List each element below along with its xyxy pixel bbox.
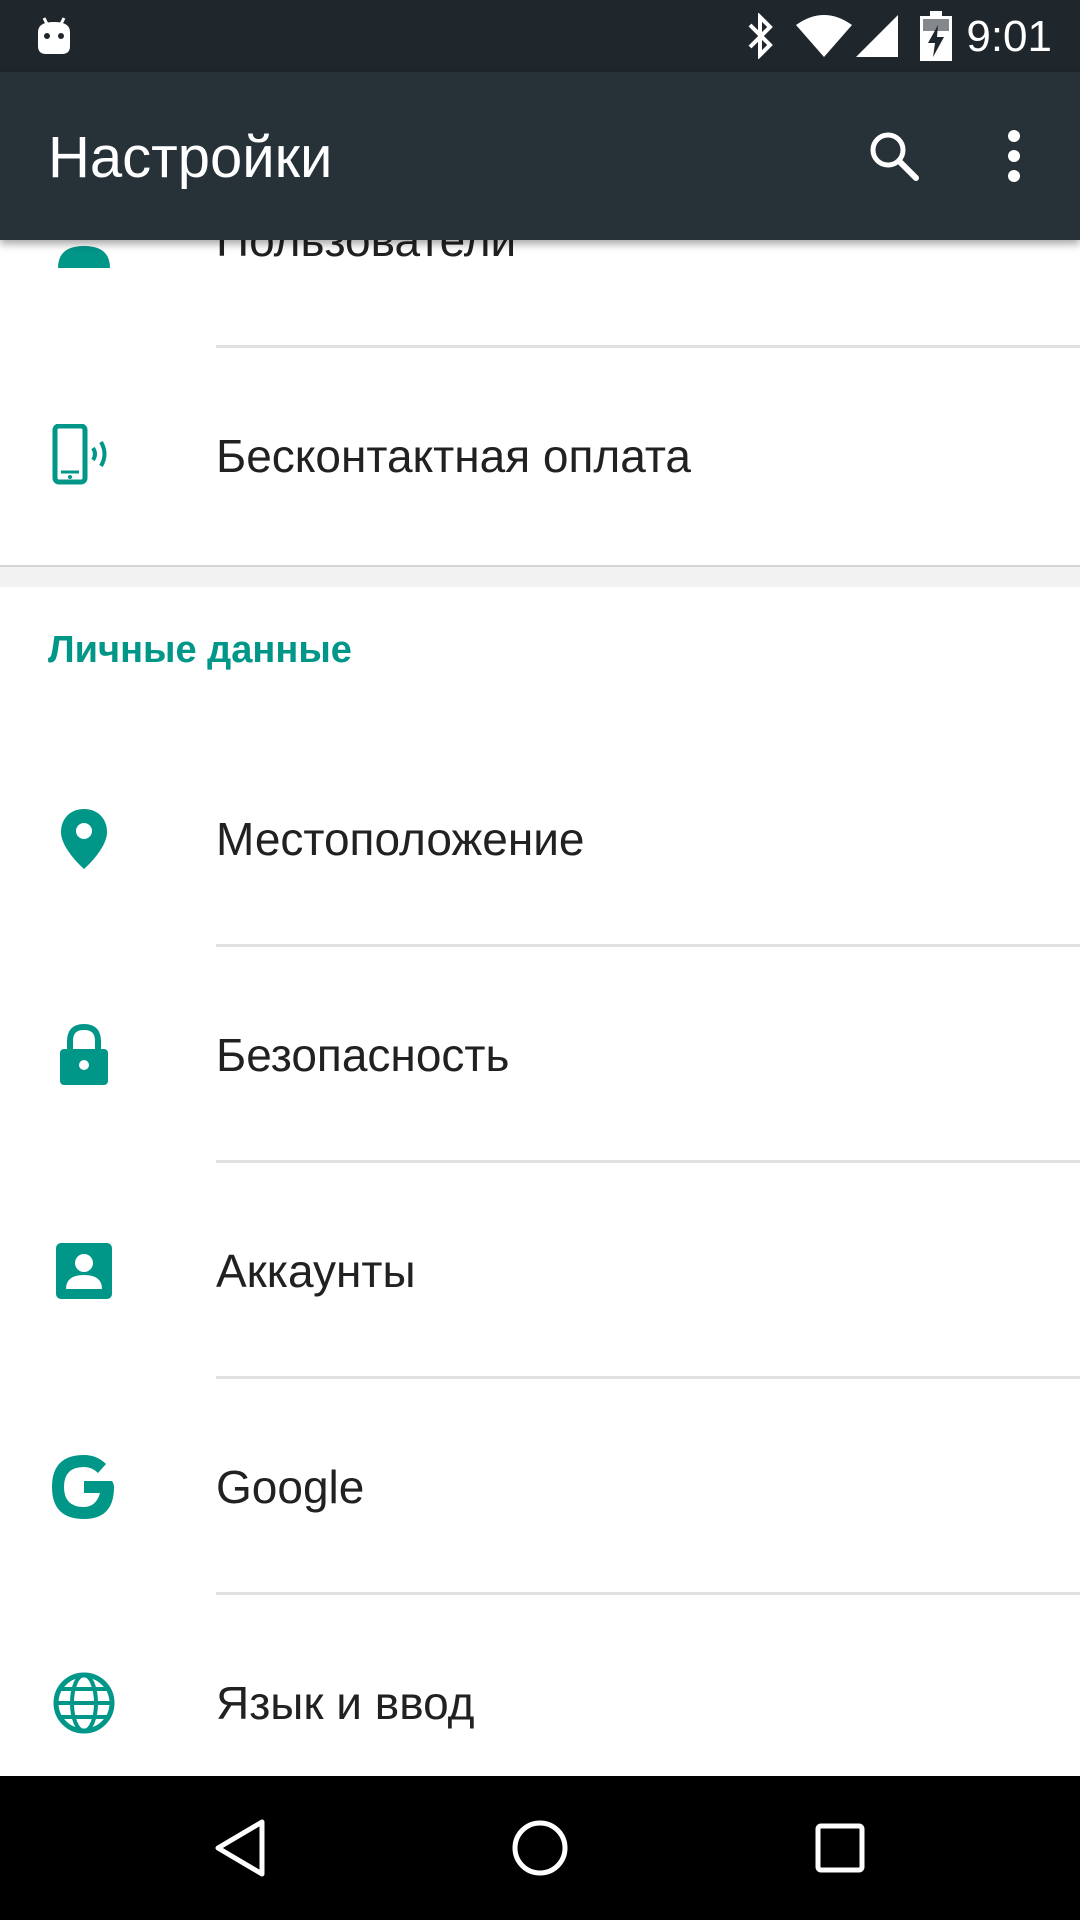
search-icon xyxy=(870,132,919,181)
status-bar: 9:01 xyxy=(0,0,1080,72)
settings-item-label: Google xyxy=(216,1461,365,1513)
settings-item-language-input[interactable]: Язык и ввод xyxy=(0,1595,1080,1776)
settings-item-users[interactable]: Пользователи xyxy=(0,240,1080,348)
navigation-bar xyxy=(0,1776,1080,1920)
home-button[interactable] xyxy=(468,1776,612,1920)
settings-item-location[interactable]: Местоположение xyxy=(0,731,1080,947)
account-box-icon xyxy=(38,1225,130,1317)
settings-item-label: Безопасность xyxy=(216,1029,510,1081)
settings-item-label: Язык и ввод xyxy=(216,1677,475,1729)
location-pin-icon xyxy=(38,793,130,885)
globe-icon xyxy=(38,1657,130,1749)
settings-item-label: Аккаунты xyxy=(216,1245,416,1297)
settings-item-google[interactable]: Google xyxy=(0,1379,1080,1595)
app-bar: Настройки xyxy=(0,72,1080,240)
settings-item-label: Пользователи xyxy=(216,240,517,266)
settings-item-label: Бесконтактная оплата xyxy=(216,430,691,482)
battery-charging-icon xyxy=(920,0,952,72)
back-icon xyxy=(215,1819,265,1877)
recents-button[interactable] xyxy=(768,1776,912,1920)
bluetooth-icon xyxy=(744,0,778,72)
overflow-menu-button[interactable] xyxy=(970,112,1058,200)
category-title: Личные данные xyxy=(48,629,352,671)
settings-item-accounts[interactable]: Аккаунты xyxy=(0,1163,1080,1379)
google-g-icon xyxy=(38,1441,130,1533)
wifi-icon xyxy=(796,0,852,72)
recents-icon xyxy=(815,1823,865,1873)
settings-screen: 9:01 Настройки Пользователи Бесконтактна… xyxy=(0,0,1080,1920)
back-button[interactable] xyxy=(168,1776,312,1920)
android-notification-icon xyxy=(34,0,74,72)
nfc-phone-icon xyxy=(38,410,130,502)
settings-item-contactless-payment[interactable]: Бесконтактная оплата xyxy=(0,348,1080,564)
more-vert-icon xyxy=(1008,130,1020,182)
status-time: 9:01 xyxy=(966,12,1052,61)
person-icon xyxy=(38,240,130,286)
settings-item-label: Местоположение xyxy=(216,813,585,865)
search-button[interactable] xyxy=(850,112,938,200)
page-title: Настройки xyxy=(48,125,333,190)
home-icon xyxy=(512,1820,568,1876)
signal-icon xyxy=(856,0,898,72)
category-separator xyxy=(0,565,1080,587)
settings-item-security[interactable]: Безопасность xyxy=(0,947,1080,1163)
settings-list: Пользователи Бесконтактная оплата Личные… xyxy=(0,240,1080,1776)
lock-icon xyxy=(38,1009,130,1101)
